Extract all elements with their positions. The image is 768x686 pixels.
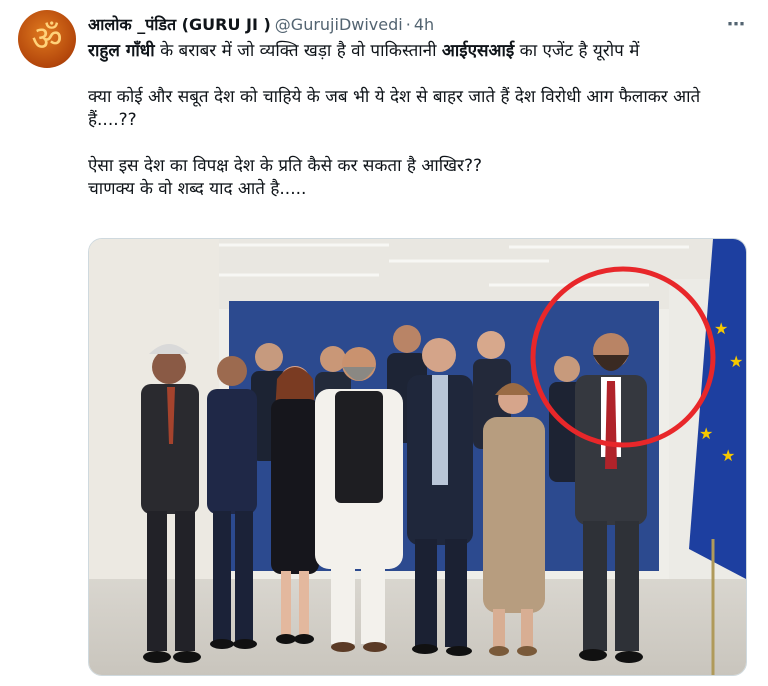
author-name[interactable]: आलोक _पंडित (GURU JI )	[88, 13, 271, 35]
tweet-line-1: राहुल गाँधी के बराबर में जो व्यक्ति खड़ा…	[88, 41, 640, 61]
svg-text:★: ★	[729, 352, 743, 371]
tweet-header: आलोक _पंडित (GURU JI ) @GurujiDwivedi · …	[88, 12, 748, 36]
mention-rahul: राहुल गाँधी	[88, 41, 155, 61]
more-options-icon[interactable]: ⋯	[727, 14, 746, 35]
tweet-paragraph-2: क्या कोई और सबूत देश को चाहिये के जब भी …	[88, 87, 701, 130]
om-icon: ॐ	[31, 19, 63, 59]
mention-isi: आईएसआई	[441, 41, 515, 61]
author-handle[interactable]: @GurujiDwivedi	[275, 15, 403, 34]
author-avatar[interactable]: ॐ	[18, 10, 76, 68]
svg-text:★: ★	[699, 424, 713, 443]
tweet-paragraph-3-line-1: ऐसा इस देश का विपक्ष देश के प्रति कैसे क…	[88, 156, 483, 176]
separator: ·	[405, 14, 411, 34]
group-photo-illustration: ★★ ★★	[89, 239, 746, 675]
svg-text:★: ★	[714, 319, 728, 338]
tweet-text: राहुल गाँधी के बराबर में जो व्यक्ति खड़ा…	[88, 40, 750, 201]
tweet-time[interactable]: 4h	[414, 15, 434, 34]
svg-text:★: ★	[721, 446, 735, 465]
tweet-photo[interactable]: ★ ★ ★ ★	[88, 238, 747, 676]
tweet-paragraph-3-line-2: चाणक्य के वो शब्द याद आते है.....	[88, 179, 307, 199]
